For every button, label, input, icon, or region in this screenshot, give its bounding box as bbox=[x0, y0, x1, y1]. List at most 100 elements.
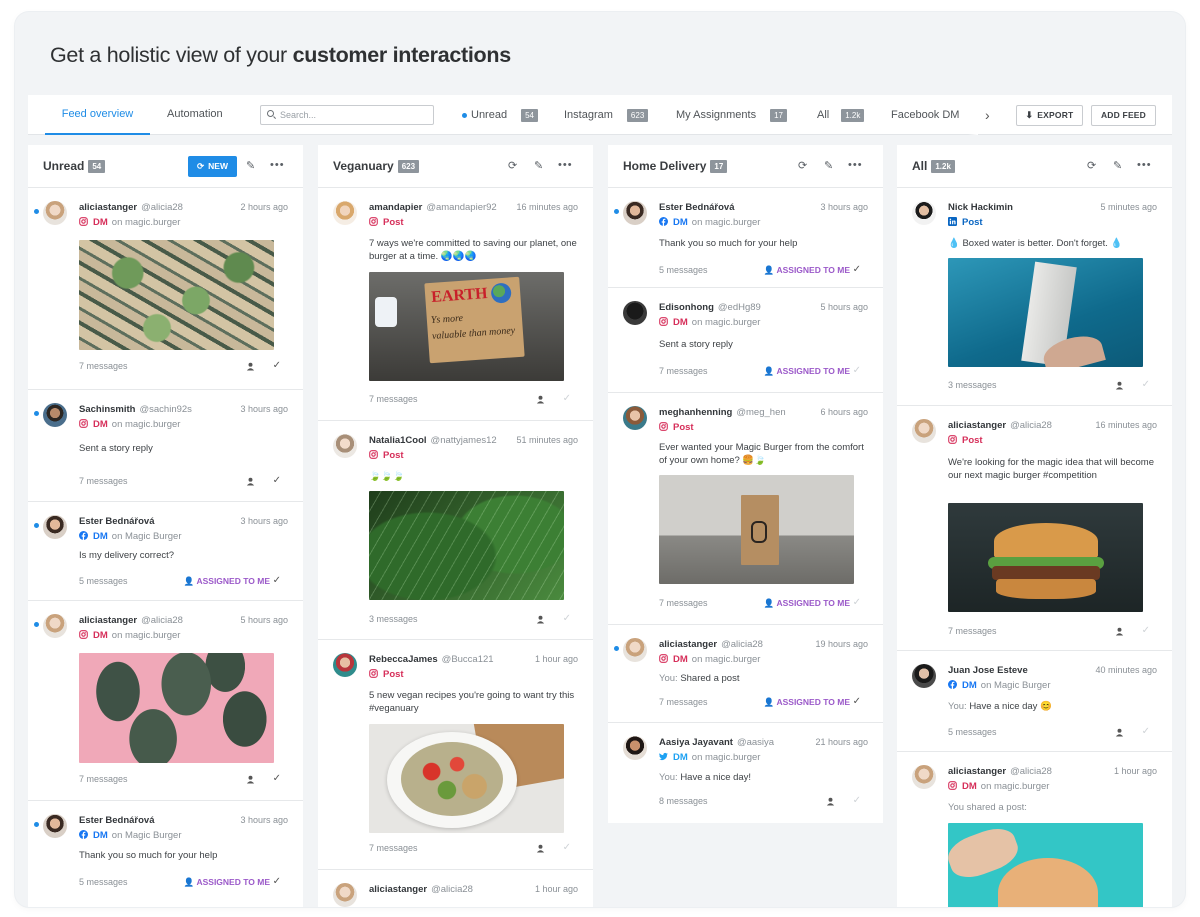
check-icon[interactable]: ✓ bbox=[273, 876, 281, 887]
search-input[interactable]: Search... bbox=[260, 105, 434, 125]
avatar bbox=[43, 515, 67, 539]
message-card[interactable]: aliciastanger @alicia28 1 hour ago bbox=[318, 870, 593, 907]
post-image[interactable] bbox=[948, 823, 1143, 907]
message-card[interactable]: Natalia1Cool @nattyjames12 51 minutes ago… bbox=[318, 421, 593, 640]
message-count: 3 messages bbox=[948, 380, 997, 390]
message-card[interactable]: Nick Hackimin 5 minutes ago Post 💧 Boxed… bbox=[897, 188, 1172, 406]
edit-icon[interactable]: ✎ bbox=[1113, 159, 1122, 172]
more-icon[interactable]: ••• bbox=[270, 159, 285, 171]
message-card[interactable]: aliciastanger @alicia28 1 hour ago DM on m… bbox=[897, 752, 1172, 907]
check-icon[interactable]: ✓ bbox=[563, 842, 571, 853]
refresh-icon[interactable]: ⟳ bbox=[508, 159, 517, 172]
assigned-user-icon: 👤 bbox=[183, 877, 195, 887]
post-image[interactable] bbox=[369, 724, 564, 833]
assign-user-icon[interactable] bbox=[1115, 381, 1124, 390]
assign-user-icon[interactable] bbox=[536, 615, 545, 624]
message-card[interactable]: Ester Bednářová 3 hours ago DM on magic.b… bbox=[608, 188, 883, 288]
edit-icon[interactable]: ✎ bbox=[246, 159, 255, 172]
message-card[interactable]: Ester Bednářová 3 hours ago DM on Magic B… bbox=[28, 502, 303, 601]
edit-icon[interactable]: ✎ bbox=[824, 159, 833, 172]
assign-user-icon[interactable] bbox=[246, 775, 255, 784]
check-icon[interactable]: ✓ bbox=[273, 360, 281, 371]
assign-user-icon[interactable] bbox=[1115, 627, 1124, 636]
assigned-badge[interactable]: 👤 ASSIGNED TO ME bbox=[184, 576, 270, 587]
assign-user-icon[interactable] bbox=[826, 797, 835, 806]
assigned-badge[interactable]: 👤 ASSIGNED TO ME bbox=[184, 877, 270, 888]
feed-tab-unread[interactable]: Unread 54 bbox=[462, 95, 538, 135]
post-image[interactable] bbox=[79, 240, 274, 350]
feed-column-veganuary: Veganuary 623 ⟳ ✎ ••• amandapier @amandapi… bbox=[318, 145, 593, 907]
assigned-badge[interactable]: 👤 ASSIGNED TO ME bbox=[764, 366, 850, 377]
tab-automation[interactable]: Automation bbox=[167, 95, 223, 135]
check-icon[interactable]: ✓ bbox=[1142, 379, 1150, 390]
assign-user-icon[interactable] bbox=[1115, 728, 1124, 737]
platform-line: DM on magic.burger bbox=[659, 752, 760, 763]
feed-tab-facebook-dm[interactable]: Facebook DM bbox=[891, 95, 974, 135]
post-image[interactable] bbox=[369, 491, 564, 600]
message-card[interactable]: aliciastanger @alicia28 2 hours ago DM on … bbox=[28, 188, 303, 390]
avatar bbox=[43, 814, 67, 838]
user-name-text: Natalia1Cool bbox=[369, 435, 427, 446]
more-icon[interactable]: ••• bbox=[558, 159, 573, 171]
message-card[interactable]: Sachinsmith @sachin92s 3 hours ago DM on m… bbox=[28, 390, 303, 502]
check-icon[interactable]: ✓ bbox=[853, 365, 861, 376]
message-card[interactable]: Edisonhong @edHg89 5 hours ago DM on magic… bbox=[608, 288, 883, 393]
assigned-badge[interactable]: 👤 ASSIGNED TO ME bbox=[764, 265, 850, 276]
assigned-badge[interactable]: 👤 ASSIGNED TO ME bbox=[764, 598, 850, 609]
more-icon[interactable]: ••• bbox=[1137, 159, 1152, 171]
edit-icon[interactable]: ✎ bbox=[534, 159, 543, 172]
post-image[interactable] bbox=[948, 503, 1143, 612]
assign-user-icon[interactable] bbox=[246, 477, 255, 486]
message-card[interactable]: aliciastanger @alicia28 19 hours ago DM on… bbox=[608, 625, 883, 723]
post-image[interactable] bbox=[659, 475, 854, 584]
check-icon[interactable]: ✓ bbox=[563, 613, 571, 624]
message-card[interactable]: aliciastanger @alicia28 5 hours ago DM on … bbox=[28, 601, 303, 801]
message-card[interactable]: meghanhenning @meg_hen 6 hours ago Post E… bbox=[608, 393, 883, 625]
message-card[interactable]: Ester Bednářová 3 hours ago DM on Magic B… bbox=[28, 801, 303, 907]
check-icon[interactable]: ✓ bbox=[853, 696, 861, 707]
assign-user-icon[interactable] bbox=[536, 844, 545, 853]
platform-line: DM on magic.burger bbox=[659, 654, 760, 665]
check-icon[interactable]: ✓ bbox=[273, 575, 281, 586]
check-icon[interactable]: ✓ bbox=[1142, 726, 1150, 737]
instagram-icon bbox=[79, 419, 88, 428]
message-card[interactable]: aliciastanger @alicia28 16 minutes ago Po… bbox=[897, 406, 1172, 651]
avatar bbox=[623, 736, 647, 760]
timestamp: 1 hour ago bbox=[534, 884, 578, 894]
refresh-icon[interactable]: ⟳ bbox=[1087, 159, 1096, 172]
unread-dot-icon bbox=[462, 112, 467, 118]
post-image[interactable]: EARTH Ys more valuable than money bbox=[369, 272, 564, 381]
feed-tab-instagram[interactable]: Instagram 623 bbox=[564, 95, 649, 135]
user-name-text: aliciastanger bbox=[79, 202, 138, 213]
add-feed-button[interactable]: ADD FEED bbox=[1091, 105, 1156, 126]
check-icon[interactable]: ✓ bbox=[853, 795, 861, 806]
tab-feed-overview[interactable]: Feed overview bbox=[45, 95, 150, 135]
more-icon[interactable]: ••• bbox=[848, 159, 863, 171]
check-icon[interactable]: ✓ bbox=[273, 475, 281, 486]
check-icon[interactable]: ✓ bbox=[1142, 625, 1150, 636]
new-button[interactable]: ⟳ NEW bbox=[188, 156, 237, 177]
check-icon[interactable]: ✓ bbox=[853, 597, 861, 608]
message-card[interactable]: amandapier @amandapier92 16 minutes ago P… bbox=[318, 188, 593, 421]
assign-user-icon[interactable] bbox=[536, 395, 545, 404]
column-title: All 1.2k bbox=[912, 159, 955, 173]
column-title-text: Unread bbox=[43, 159, 85, 173]
message-card[interactable]: Juan Jose Esteve 40 minutes ago DM on Mag… bbox=[897, 651, 1172, 752]
message-text: 5 new vegan recipes you're going to want… bbox=[369, 690, 575, 714]
check-icon[interactable]: ✓ bbox=[853, 264, 861, 275]
feed-tab-my-assignments[interactable]: My Assignments 17 bbox=[676, 95, 787, 135]
refresh-icon[interactable]: ⟳ bbox=[798, 159, 807, 172]
feed-tab-all[interactable]: All 1.2k bbox=[817, 95, 865, 135]
chevron-right-icon[interactable]: › bbox=[985, 95, 990, 135]
message-card[interactable]: RebeccaJames @Bucca121 1 hour ago Post 5 … bbox=[318, 640, 593, 870]
timestamp: 51 minutes ago bbox=[516, 435, 578, 445]
message-card[interactable]: Aasiya Jayavant @aasiya 21 hours ago DM on… bbox=[608, 723, 883, 823]
check-icon[interactable]: ✓ bbox=[273, 773, 281, 784]
post-image[interactable] bbox=[79, 653, 274, 763]
export-button[interactable]: ⬇ EXPORT bbox=[1016, 105, 1083, 126]
assigned-badge[interactable]: 👤 ASSIGNED TO ME bbox=[764, 697, 850, 708]
assign-user-icon[interactable] bbox=[246, 362, 255, 371]
post-image[interactable] bbox=[948, 258, 1143, 367]
sign-lettering-2: Ys more bbox=[430, 312, 464, 327]
check-icon[interactable]: ✓ bbox=[563, 393, 571, 404]
